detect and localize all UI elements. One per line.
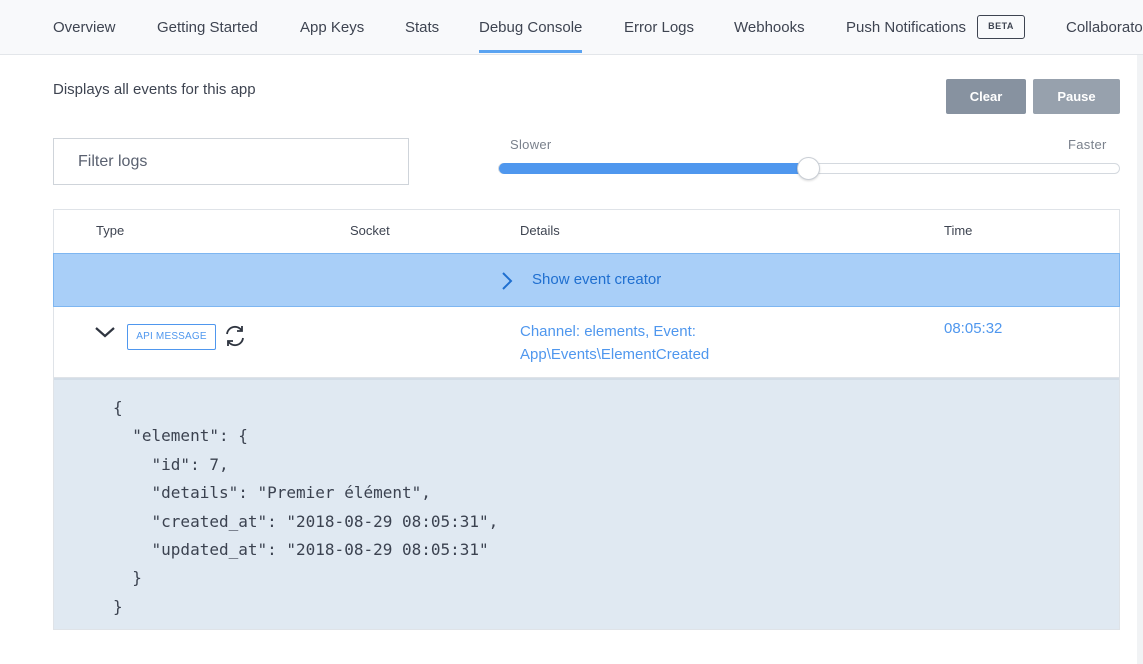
event-details-line: Channel: elements, Event: (520, 323, 696, 340)
pause-button[interactable]: Pause (1033, 79, 1120, 114)
tab-app-keys[interactable]: App Keys (300, 18, 364, 38)
table-row: API MESSAGE Channel: elements, Event: Ap… (54, 307, 1119, 378)
clear-button[interactable]: Clear (946, 79, 1026, 114)
speed-slider[interactable] (498, 157, 1120, 180)
tab-overview[interactable]: Overview (53, 18, 116, 38)
column-header-type: Type (96, 223, 125, 238)
tab-webhooks[interactable]: Webhooks (734, 18, 805, 38)
tab-stats[interactable]: Stats (405, 18, 439, 38)
tab-getting-started[interactable]: Getting Started (157, 18, 258, 38)
tab-collaborators[interactable]: Collaborators (1066, 18, 1143, 38)
event-details-line: App\Events\ElementCreated (520, 346, 710, 363)
column-header-socket: Socket (350, 223, 390, 238)
page-description: Displays all events for this app (53, 81, 256, 98)
page-scrollbar[interactable] (1137, 55, 1143, 664)
chevron-down-icon[interactable] (94, 325, 116, 344)
event-type-badge: API MESSAGE (127, 324, 216, 350)
show-event-creator-label: Show event creator (532, 271, 662, 288)
tab-push-notifications[interactable]: Push Notifications (846, 18, 966, 38)
tab-bar: Overview Getting Started App Keys Stats … (0, 0, 1143, 55)
chevron-right-icon (500, 271, 514, 296)
speed-slider-handle[interactable] (797, 157, 820, 180)
filter-logs-input[interactable] (53, 138, 409, 185)
slider-label-faster: Faster (1068, 137, 1107, 152)
slider-label-slower: Slower (510, 137, 552, 152)
event-details[interactable]: Channel: elements, Event: App\Events\Ele… (520, 320, 780, 366)
replay-icon[interactable] (222, 323, 248, 354)
event-payload-panel: { "element": { "id": 7, "details": "Prem… (54, 378, 1119, 629)
tab-error-logs[interactable]: Error Logs (624, 18, 694, 38)
show-event-creator-row[interactable]: Show event creator (53, 253, 1120, 307)
column-header-details: Details (520, 223, 560, 238)
tab-debug-console[interactable]: Debug Console (479, 18, 583, 53)
log-table: Type Socket Details Time Show event crea… (53, 209, 1120, 630)
event-payload-json: { "element": { "id": 7, "details": "Prem… (113, 398, 499, 616)
beta-badge: BETA (977, 15, 1025, 39)
column-header-time: Time (944, 223, 973, 238)
speed-slider-fill (499, 163, 809, 174)
event-time: 08:05:32 (944, 320, 1003, 337)
